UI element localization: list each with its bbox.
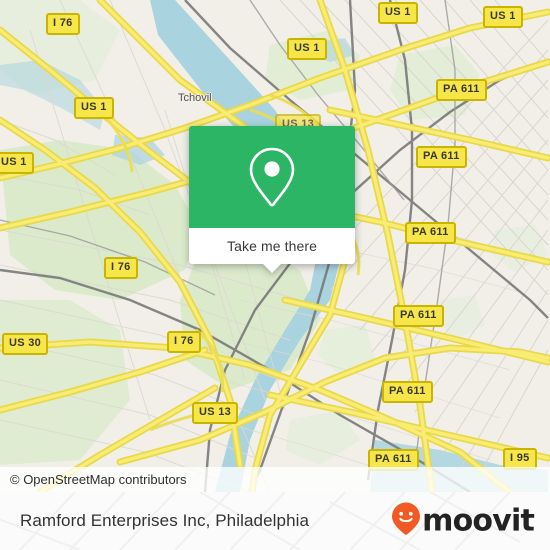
popup-image-placeholder (189, 126, 355, 228)
moovit-wordmark: moovit (422, 503, 535, 538)
popup-tail (263, 264, 281, 273)
location-popup[interactable]: Take me there (189, 126, 355, 273)
highway-shield: PA 611 (405, 222, 456, 244)
highway-shield: PA 611 (382, 381, 433, 403)
highway-shield: US 13 (192, 402, 239, 424)
highway-shield: US 1 (378, 2, 418, 24)
openstreetmap-attribution[interactable]: © OpenStreetMap contributors (0, 472, 187, 487)
highway-shield: US 1 (0, 152, 34, 174)
take-me-there-button[interactable]: Take me there (189, 228, 355, 273)
page-title: Ramford Enterprises Inc, Philadelphia (20, 511, 310, 530)
map-place-label: Tchovil (178, 92, 212, 104)
highway-shield: I 76 (104, 257, 138, 279)
highway-shield: PA 611 (393, 305, 444, 327)
highway-shield: US 1 (287, 38, 327, 60)
moovit-logo[interactable]: moovit (391, 502, 535, 541)
map-viewport[interactable]: Tchovil I 76 US 1 US 1 US 1 PA 611 US 1 US 13 P… (0, 0, 550, 492)
highway-shield: PA 611 (436, 79, 487, 101)
highway-shield: US 1 (483, 6, 523, 28)
moovit-smiley-pin-icon (391, 502, 421, 541)
highway-shield: I 76 (46, 13, 80, 35)
highway-shield: US 1 (74, 97, 114, 119)
highway-shield: PA 611 (416, 146, 467, 168)
footer-bar: Ramford Enterprises Inc, Philadelphia mo… (0, 492, 550, 550)
take-me-there-label: Take me there (226, 238, 317, 254)
map-page: Tchovil I 76 US 1 US 1 US 1 PA 611 US 1 US 13 P… (0, 0, 550, 550)
highway-shield: US 30 (2, 333, 49, 355)
highway-shield: I 76 (167, 331, 201, 353)
map-attribution-bar: © OpenStreetMap contributors (0, 467, 550, 492)
map-pin-icon (247, 146, 297, 208)
